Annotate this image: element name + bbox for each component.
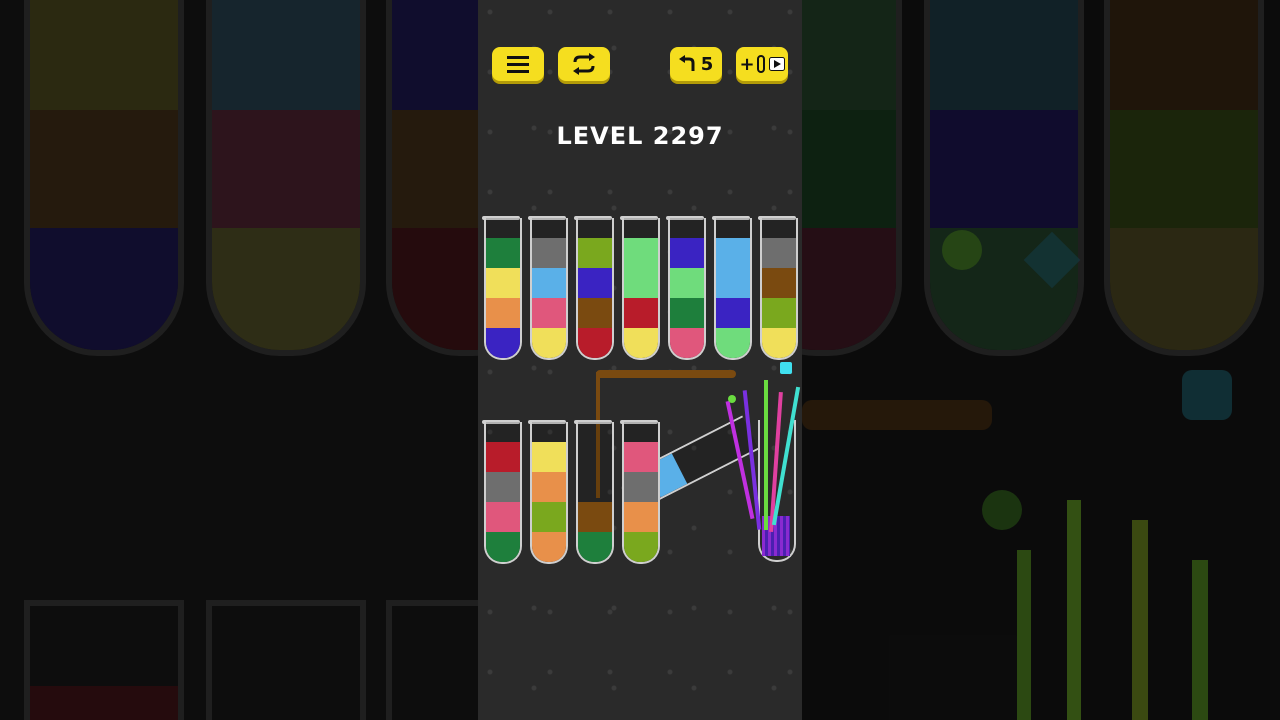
liquid-layer-gray — [532, 238, 566, 268]
undo-icon — [678, 55, 695, 71]
tube[interactable] — [530, 218, 568, 360]
liquid-layer-light-green — [716, 328, 750, 358]
liquid-layer-olive — [532, 502, 566, 532]
game-board: 5 + LEVEL 2297 — [478, 0, 802, 720]
liquid-layer-blue — [578, 268, 612, 298]
liquid-layer-blue — [670, 238, 704, 268]
liquid-layer-pink — [624, 442, 658, 472]
tube[interactable] — [530, 422, 568, 564]
liquid-layer-gray — [624, 472, 658, 502]
liquid-layer-gray — [762, 238, 796, 268]
restart-icon — [573, 53, 595, 75]
liquid-layer-dark-green — [670, 298, 704, 328]
undo-button[interactable]: 5 — [670, 47, 722, 81]
background-left — [0, 0, 478, 720]
liquid-layer-brown — [578, 298, 612, 328]
pour-stream-top — [596, 370, 736, 378]
tube[interactable] — [484, 422, 522, 564]
liquid-layer-red — [486, 442, 520, 472]
undo-count: 5 — [700, 53, 714, 75]
tube[interactable] — [622, 422, 660, 564]
add-tube-button[interactable]: + — [736, 47, 788, 81]
liquid-layer-pink — [532, 298, 566, 328]
background-right — [802, 0, 1280, 720]
liquid-layer-yellow — [486, 268, 520, 298]
level-title: LEVEL 2297 — [556, 122, 724, 150]
tube[interactable] — [484, 218, 522, 360]
liquid-layer-yellow — [532, 328, 566, 358]
liquid-layer-light-green — [670, 268, 704, 298]
tube[interactable] — [576, 422, 614, 564]
liquid-layer-gray — [486, 472, 520, 502]
liquid-layer-dark-green — [486, 532, 520, 562]
liquid-layer-dark-green — [486, 238, 520, 268]
confetti — [780, 362, 792, 374]
tube[interactable] — [622, 218, 660, 360]
add-tube-label: + — [739, 53, 755, 75]
liquid-layer-red — [624, 298, 658, 328]
liquid-layer-olive — [578, 238, 612, 268]
menu-icon — [507, 56, 529, 73]
tube[interactable] — [714, 218, 752, 360]
tube[interactable] — [668, 218, 706, 360]
liquid-layer-orange — [532, 532, 566, 562]
liquid-layer-orange — [532, 472, 566, 502]
tube[interactable] — [760, 218, 798, 360]
liquid-layer-yellow — [624, 328, 658, 358]
liquid-layer-orange — [624, 502, 658, 532]
liquid-layer-yellow — [532, 442, 566, 472]
liquid-layer-light-green — [624, 238, 658, 268]
video-ad-icon — [768, 57, 785, 71]
completed-tube — [725, 380, 801, 562]
liquid-layer-brown — [578, 502, 612, 532]
liquid-layer-dark-green — [578, 532, 612, 562]
liquid-layer-light-blue — [532, 268, 566, 298]
liquid-layer-orange — [486, 298, 520, 328]
liquid-layer-olive — [624, 532, 658, 562]
liquid-layer-yellow — [762, 328, 796, 358]
liquid-layer-light-green — [624, 268, 658, 298]
liquid-layer-light-blue — [716, 268, 750, 298]
liquid-layer-light-blue — [716, 238, 750, 268]
confetti — [728, 395, 736, 403]
liquid-layer-olive — [762, 298, 796, 328]
liquid-layer-pink — [486, 502, 520, 532]
liquid-layer-pink — [670, 328, 704, 358]
tube[interactable] — [576, 218, 614, 360]
menu-button[interactable] — [492, 47, 544, 81]
liquid-layer-brown — [762, 268, 796, 298]
liquid-layer-red — [578, 328, 612, 358]
add-tube-icon — [756, 55, 765, 73]
liquid-layer-blue — [716, 298, 750, 328]
restart-button[interactable] — [558, 47, 610, 81]
liquid-layer-blue — [486, 328, 520, 358]
